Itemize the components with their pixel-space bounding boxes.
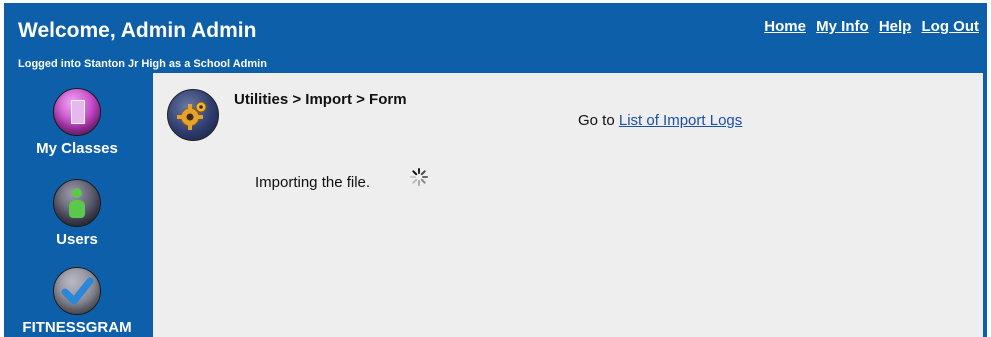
help-link[interactable]: Help [879,18,912,35]
gear-icon [167,89,219,141]
classroom-door-icon [53,88,101,136]
sidebar-item-label: FITNESSGRAM [22,319,132,336]
sidebar-item-fitnessgram[interactable]: FITNESSGRAM [4,267,150,336]
app-frame: Welcome, Admin Admin Logged into Stanton… [4,3,987,337]
loading-spinner-icon [410,168,428,186]
main-panel: Utilities > Import > Form Go to List of … [153,73,983,337]
top-nav: Home My Info Help Log Out [758,18,979,35]
sidebar-item-users[interactable]: Users [4,179,150,248]
import-status-text: Importing the file. [255,174,371,191]
home-link[interactable]: Home [764,18,806,35]
checkmark-icon [53,267,101,315]
sidebar: My Classes Users FITNESSGRAM [4,77,150,337]
welcome-title: Welcome, Admin Admin [18,19,257,42]
log-out-link[interactable]: Log Out [922,18,979,35]
import-logs-link[interactable]: List of Import Logs [619,112,742,129]
breadcrumb: Utilities > Import > Form [234,91,407,108]
logged-in-status: Logged into Stanton Jr High as a School … [18,58,267,70]
goto-line: Go to List of Import Logs [578,112,742,129]
sidebar-item-my-classes[interactable]: My Classes [4,88,150,157]
goto-prefix: Go to [578,112,615,129]
sidebar-item-label: Users [56,231,98,248]
my-info-link[interactable]: My Info [816,18,869,35]
user-icon [53,179,101,227]
sidebar-item-label: My Classes [36,140,118,157]
